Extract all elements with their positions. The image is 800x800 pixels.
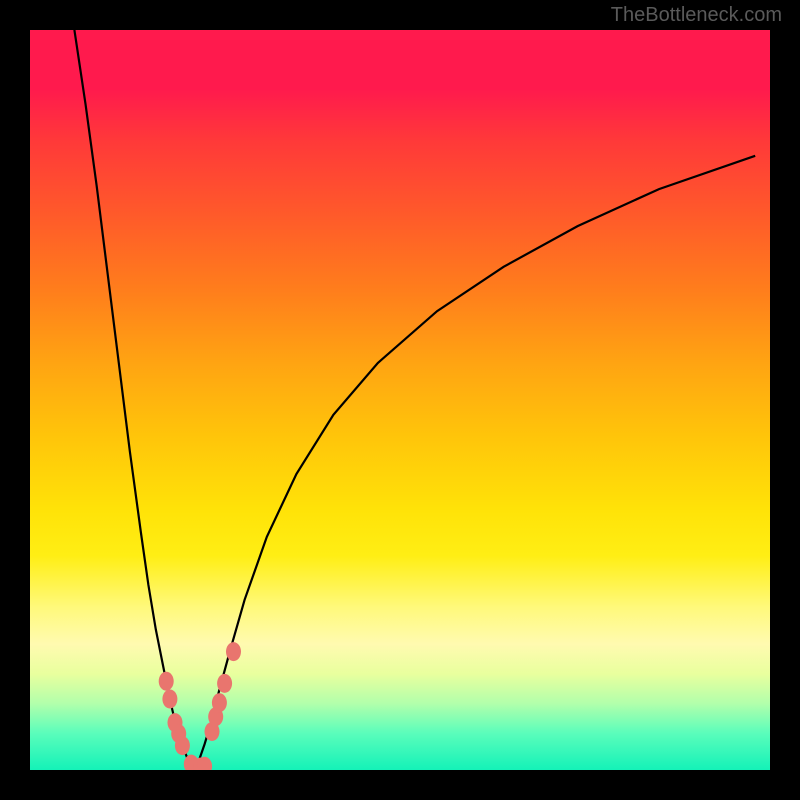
marker-group	[159, 642, 241, 770]
marker-dot	[159, 672, 174, 691]
marker-dot	[175, 736, 190, 755]
marker-dot	[217, 674, 232, 693]
marker-dot	[226, 642, 241, 661]
curve-layer	[30, 30, 770, 770]
bottleneck-chart	[30, 30, 770, 770]
marker-dot	[162, 690, 177, 709]
marker-dot	[212, 693, 227, 712]
left-branch-path	[74, 30, 195, 770]
attribution-text: TheBottleneck.com	[611, 4, 782, 27]
right-branch-path	[195, 156, 755, 770]
